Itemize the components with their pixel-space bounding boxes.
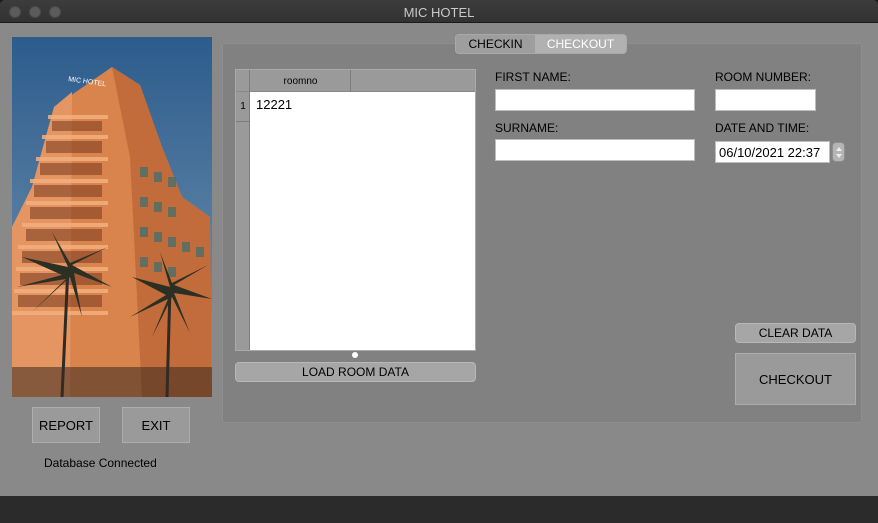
scroll-indicator bbox=[352, 352, 358, 358]
first-name-field[interactable] bbox=[495, 89, 695, 111]
table-cell-roomno[interactable]: 12221 bbox=[256, 97, 292, 112]
checkout-button[interactable]: CHECKOUT bbox=[735, 353, 856, 405]
load-room-data-button[interactable]: LOAD ROOM DATA bbox=[235, 362, 476, 382]
room-number-label: ROOM NUMBER: bbox=[715, 70, 811, 84]
hotel-photo: MIC HOTEL bbox=[12, 37, 212, 397]
column-header-roomno[interactable]: roomno bbox=[251, 70, 351, 92]
tab-checkin[interactable]: CHECKIN bbox=[456, 35, 535, 53]
tab-checkout[interactable]: CHECKOUT bbox=[535, 35, 626, 53]
room-number-field[interactable] bbox=[715, 89, 816, 111]
chevron-up-icon[interactable] bbox=[836, 147, 842, 151]
row-number[interactable]: 1 bbox=[236, 92, 250, 122]
database-status-text: Database Connected bbox=[44, 456, 157, 470]
date-time-label: DATE AND TIME: bbox=[715, 121, 810, 135]
table-corner[interactable] bbox=[236, 70, 250, 92]
window-title: MIC HOTEL bbox=[403, 5, 475, 20]
surname-label: SURNAME: bbox=[495, 121, 559, 135]
chevron-down-icon[interactable] bbox=[836, 154, 842, 158]
row-header-strip bbox=[236, 92, 250, 350]
first-name-label: FIRST NAME: bbox=[495, 70, 571, 84]
title-bar: MIC HOTEL bbox=[0, 0, 878, 23]
main-window: MIC HOTEL MIC HOTEL REPORT EXIT Database… bbox=[0, 0, 878, 523]
room-table[interactable]: roomno 1 12221 bbox=[235, 69, 476, 351]
bottom-bar bbox=[0, 496, 878, 523]
report-button[interactable]: REPORT bbox=[32, 407, 100, 443]
surname-field[interactable] bbox=[495, 139, 695, 161]
clear-data-button[interactable]: CLEAR DATA bbox=[735, 323, 856, 343]
date-time-field[interactable] bbox=[715, 141, 830, 163]
table-header: roomno bbox=[236, 70, 475, 92]
tab-bar: CHECKIN CHECKOUT bbox=[455, 34, 627, 54]
date-time-stepper[interactable] bbox=[832, 142, 845, 162]
exit-button[interactable]: EXIT bbox=[122, 407, 190, 443]
